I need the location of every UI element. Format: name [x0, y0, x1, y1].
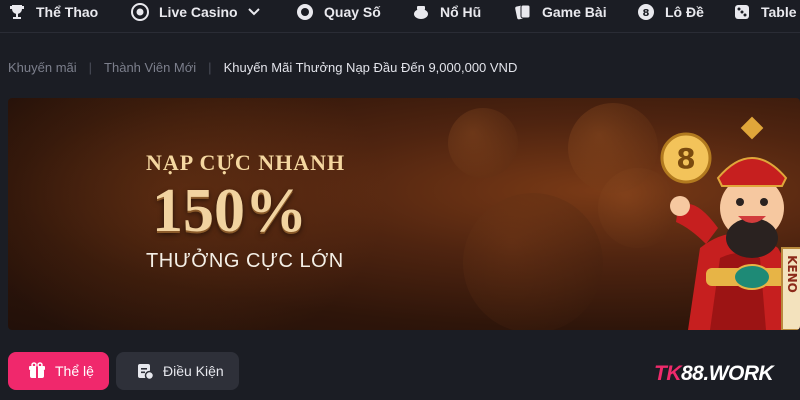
conditions-button-label: Điều Kiện [163, 363, 224, 379]
jackpot-pot-icon [414, 6, 428, 19]
nav-item-table[interactable]: Table [733, 0, 797, 24]
nav-item-game-bai[interactable]: Game Bài [514, 0, 607, 24]
nav-item-the-thao[interactable]: Thể Thao [8, 0, 98, 24]
nav-label: Nổ Hũ [440, 4, 482, 20]
banner-headline: NẠP CỰC NHANH [146, 150, 346, 175]
nav-item-live-casino[interactable]: Live Casino [131, 0, 260, 24]
breadcrumb-promotions[interactable]: Khuyến mãi [8, 60, 77, 75]
dice-icon [735, 5, 749, 19]
lottery-ball-icon [297, 4, 313, 20]
banner-percent: 150% [152, 177, 307, 245]
nav-item-quay-so[interactable]: Quay Số [296, 0, 381, 24]
mascot-sign: KENO [785, 255, 799, 293]
nav-item-no-hu[interactable]: Nổ Hũ [412, 0, 481, 24]
rules-button[interactable]: Thể lệ [8, 352, 109, 390]
site-watermark: TK88.WORK [654, 362, 774, 388]
watermark-suffix: 88.WORK [681, 362, 774, 385]
lotto-icon: 8 [638, 4, 654, 20]
breadcrumb-separator: | [208, 59, 212, 75]
decor-ball [463, 193, 603, 330]
coin-number: 8 [676, 142, 695, 175]
gift-icon [29, 362, 45, 378]
breadcrumb: Khuyến mãi | Thành Viên Mới | Khuyến Mãi… [8, 57, 517, 77]
nav-label: Lô Đề [665, 4, 704, 20]
watermark-prefix: TK [654, 362, 682, 385]
trophy-icon [10, 5, 24, 19]
nav-item-lo-de[interactable]: 8 Lô Đề [637, 0, 704, 24]
promo-banner: NẠP CỰC NHANH 150% THƯỞNG CỰC LỚN 8 KENO [8, 98, 800, 330]
nav-label: Table [761, 4, 797, 20]
nav-label: Thể Thao [36, 4, 99, 20]
svg-text:8: 8 [643, 8, 650, 19]
casino-chip-icon [131, 3, 149, 21]
rules-button-label: Thể lệ [55, 363, 94, 379]
decor-ball [448, 108, 518, 178]
top-nav: Thể Thao Live Casino Quay Số Nổ Hũ Game … [0, 0, 800, 24]
breadcrumb-new-members[interactable]: Thành Viên Mới [104, 60, 196, 75]
banner-subline: THƯỞNG CỰC LỚN [146, 250, 344, 272]
nav-divider [0, 32, 800, 33]
chevron-down-icon[interactable] [247, 8, 260, 16]
cards-icon [515, 4, 531, 20]
god-of-wealth-mascot: 8 KENO [660, 116, 800, 330]
breadcrumb-separator: | [88, 59, 93, 75]
breadcrumb-current-page: Khuyến Mãi Thưởng Nạp Đầu Đến 9,000,000 … [223, 59, 518, 75]
nav-label: Live Casino [159, 4, 238, 20]
conditions-button[interactable]: Điều Kiện [116, 352, 239, 390]
nav-label: Game Bài [542, 4, 607, 20]
document-check-icon [138, 364, 154, 380]
nav-label: Quay Số [324, 4, 381, 20]
